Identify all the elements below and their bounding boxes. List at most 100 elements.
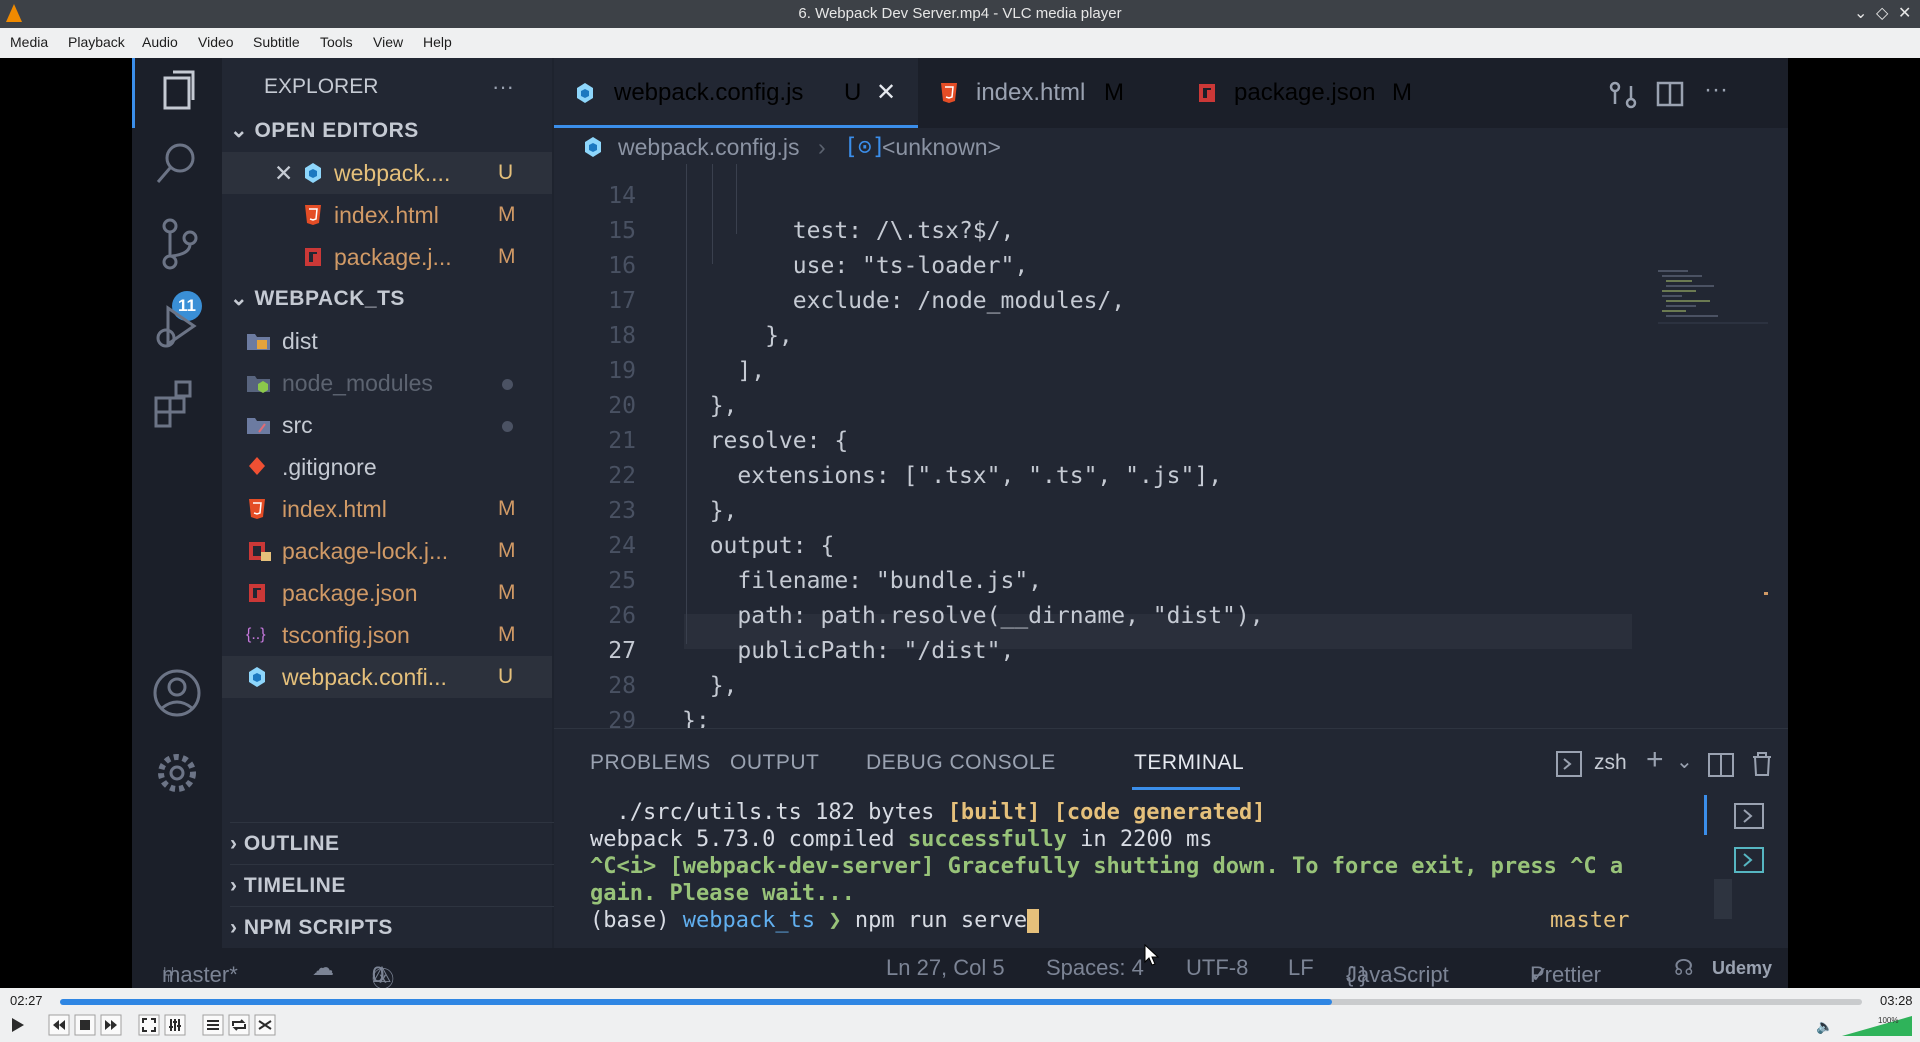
stop-icon[interactable] [74, 1014, 96, 1036]
search-activity[interactable] [132, 128, 222, 198]
close-window-icon[interactable]: ✕ [1898, 3, 1911, 23]
file-item[interactable]: .gitignore [222, 446, 552, 488]
html5-icon [249, 499, 265, 519]
tab-label: webpack.config.js [614, 79, 804, 106]
menu-video[interactable]: Video [198, 34, 234, 50]
next-icon[interactable] [100, 1014, 122, 1036]
menu-help[interactable]: Help [423, 34, 452, 50]
open-editor-item[interactable]: index.html M [222, 194, 552, 236]
terminal-prompt: (base) webpack_ts ❯ npm run serve [590, 907, 1040, 934]
file-name: src [282, 412, 313, 438]
menu-media[interactable]: Media [10, 34, 48, 50]
file-item[interactable]: src [222, 404, 552, 446]
extensions-activity[interactable] [132, 368, 222, 438]
fullscreen-icon[interactable] [138, 1014, 160, 1036]
file-item[interactable]: dist [222, 320, 552, 362]
loop-icon[interactable] [228, 1014, 250, 1036]
feedback-icon[interactable]: ☊ [1674, 955, 1694, 981]
tab-label: package.json [1234, 79, 1376, 106]
manage-activity[interactable] [132, 738, 222, 808]
close-tab-icon[interactable]: ✕ [876, 58, 896, 128]
tab-webpack-config[interactable]: webpack.config.js U ✕ [554, 58, 918, 128]
restore-icon[interactable]: ◇ [1876, 3, 1888, 23]
open-editor-item[interactable]: package.j... M [222, 236, 552, 278]
outline-section[interactable]: › OUTLINE [230, 822, 560, 865]
run-debug-activity[interactable] [132, 288, 222, 358]
timeline-section[interactable]: › TIMELINE [230, 864, 560, 907]
open-editors-section[interactable]: ⌄ OPEN EDITORS [230, 110, 560, 152]
more-actions-icon[interactable]: ··· [1704, 76, 1728, 104]
file-item-selected[interactable]: webpack.confi... U [222, 656, 552, 698]
compare-changes-icon[interactable] [1608, 80, 1638, 110]
chevron-down-icon[interactable]: ⌄ [1676, 749, 1693, 774]
menu-subtitle[interactable]: Subtitle [253, 34, 300, 50]
shuffle-icon[interactable] [254, 1014, 276, 1036]
terminal-line: gain. Please wait... [590, 881, 855, 906]
seek-bar[interactable] [60, 999, 1862, 1005]
tab-terminal[interactable]: TERMINAL [1134, 751, 1244, 775]
previous-icon[interactable] [48, 1014, 70, 1036]
source-control-activity[interactable] [132, 208, 222, 278]
tab-problems[interactable]: PROBLEMS [590, 751, 711, 775]
project-label: WEBPACK_TS [254, 287, 405, 310]
file-name: package.json [282, 580, 418, 606]
run-debug-icon [156, 305, 197, 348]
play-icon[interactable] [6, 1014, 28, 1036]
file-item[interactable]: index.html M [222, 488, 552, 530]
menu-audio[interactable]: Audio [142, 34, 178, 50]
shell-name[interactable]: zsh [1594, 751, 1627, 775]
minimap[interactable] [1658, 270, 1768, 750]
code-editor[interactable]: 14 test: /\.tsx?$/, 15 use: "ts-loader",… [554, 164, 1788, 734]
encoding[interactable]: UTF-8 [1186, 955, 1248, 981]
account-icon [153, 669, 201, 717]
more-actions-icon[interactable]: ··· [492, 66, 532, 108]
activity-bar: 11 [132, 58, 222, 948]
close-editor-icon[interactable]: ✕ [274, 152, 293, 194]
new-terminal-icon[interactable]: + [1646, 743, 1664, 777]
explorer-activity[interactable] [132, 58, 222, 128]
status-bar: ⑂ master* ☁ ⓧ 0 ⚠ 0 Ln 27, Col 5 Spaces:… [132, 948, 1788, 988]
code-line: 19 }, [554, 319, 1788, 419]
playlist-icon[interactable] [202, 1014, 224, 1036]
chevron-right-icon: › [230, 874, 238, 897]
udemy-watermark: Udemy [1712, 958, 1773, 978]
indentation[interactable]: Spaces: 4 [1046, 955, 1144, 981]
prompt-arrow: ❯ [815, 908, 855, 933]
extended-settings-icon[interactable] [164, 1014, 186, 1036]
open-editor-name: index.html [334, 202, 439, 228]
folder-src-icon [247, 418, 270, 434]
chevron-down-icon: ⌄ [230, 287, 249, 310]
split-terminal-icon[interactable] [1708, 753, 1734, 777]
cursor-position[interactable]: Ln 27, Col 5 [886, 955, 1005, 981]
file-item[interactable]: package-lock.j... M [222, 530, 552, 572]
npm-scripts-section[interactable]: › NPM SCRIPTS [230, 906, 560, 949]
tab-output[interactable]: OUTPUT [730, 751, 819, 775]
menu-view[interactable]: View [373, 34, 403, 50]
accounts-activity[interactable] [132, 658, 222, 728]
tab-debug-console[interactable]: DEBUG CONSOLE [866, 751, 1056, 775]
webpack-icon [249, 667, 265, 687]
split-editor-icon[interactable] [1656, 80, 1684, 108]
tab-index-html[interactable]: index.html M [918, 58, 1176, 128]
sync-icon[interactable]: ☁ [312, 955, 334, 981]
file-item[interactable]: {..} tsconfig.json M [222, 614, 552, 656]
open-editor-item[interactable]: ✕ webpack.... U [222, 152, 552, 194]
terminal-scrollbar[interactable] [1714, 879, 1732, 919]
video-area[interactable]: 11 EXPLORER ··· ⌄ OPEN EDITORS ✕ webpack [0, 58, 1920, 988]
terminal-instance-icon[interactable] [1734, 803, 1764, 829]
end-of-line[interactable]: LF [1288, 955, 1314, 981]
file-item[interactable]: package.json M [222, 572, 552, 614]
code-line: 29 [554, 669, 1788, 734]
open-editor-name: package.j... [334, 244, 452, 270]
volume-slider[interactable]: 100% [1842, 1014, 1912, 1036]
vscode-frame: 11 EXPLORER ··· ⌄ OPEN EDITORS ✕ webpack [132, 58, 1788, 988]
menu-playback[interactable]: Playback [68, 34, 125, 50]
minimize-icon[interactable]: ⌄ [1854, 3, 1867, 23]
file-item[interactable]: node_modules [222, 362, 552, 404]
trash-icon[interactable] [1750, 751, 1774, 777]
terminal-instance-active-icon[interactable] [1734, 847, 1764, 873]
speaker-icon[interactable]: 🔈 [1816, 1018, 1833, 1035]
menu-tools[interactable]: Tools [320, 34, 353, 50]
tab-package-json[interactable]: package.json M [1176, 58, 1476, 128]
project-section[interactable]: ⌄ WEBPACK_TS [230, 278, 560, 320]
